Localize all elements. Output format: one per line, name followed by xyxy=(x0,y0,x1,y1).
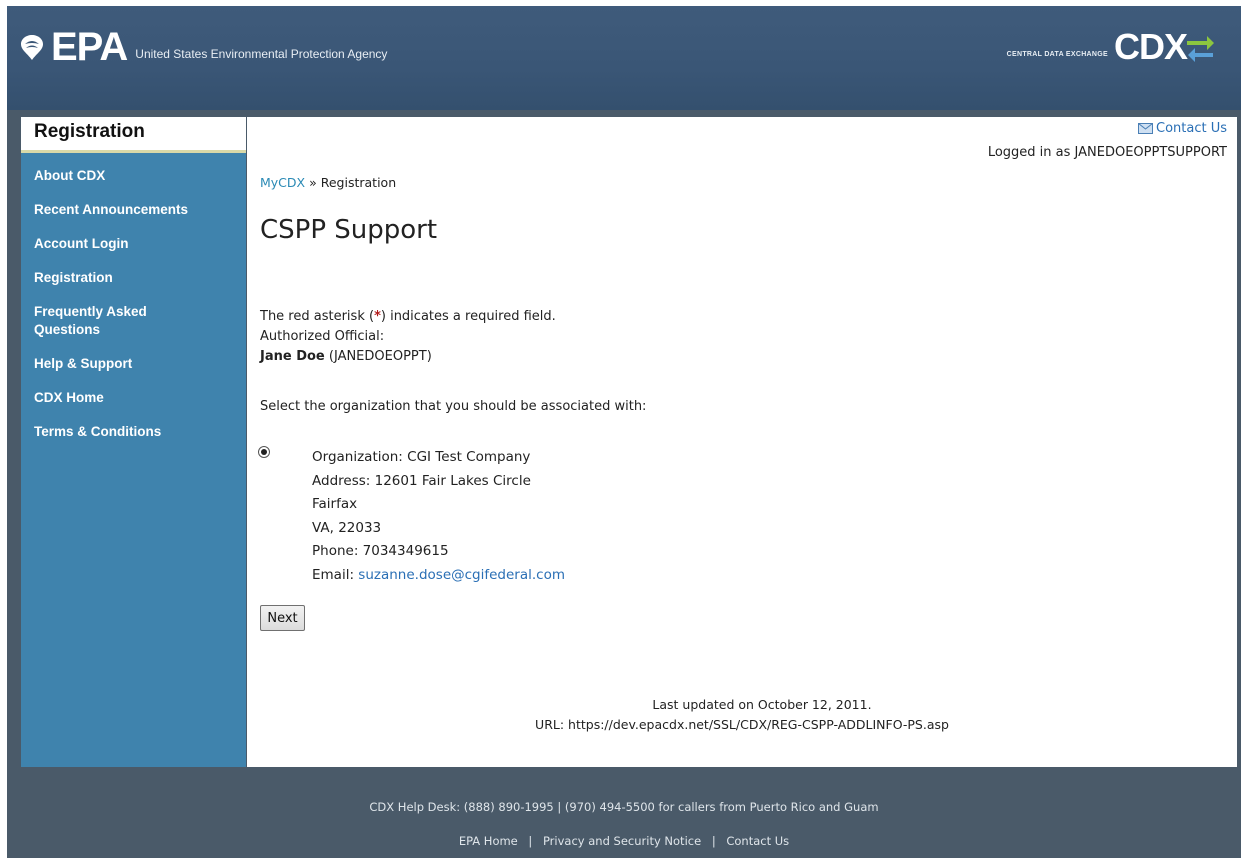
contact-us-label: Contact Us xyxy=(1156,121,1227,136)
org-state-zip: VA, 22033 xyxy=(312,519,382,536)
epa-wordmark: EPA xyxy=(51,24,128,69)
site-footer: CDX Help Desk: (888) 890-1995 | (970) 49… xyxy=(7,768,1241,858)
footer-separator: | xyxy=(528,834,533,848)
org-email-label: Email: xyxy=(312,566,359,583)
authorized-official: Jane Doe (JANEDOEOPPT) xyxy=(260,347,556,367)
required-note-post: ) indicates a required field. xyxy=(380,309,556,324)
sidebar-item-registration[interactable]: Registration xyxy=(21,269,246,287)
organization-details: Organization: CGI Test Company Address: … xyxy=(312,446,565,587)
sidebar-item-about-cdx[interactable]: About CDX xyxy=(21,167,246,185)
organization-radio[interactable] xyxy=(258,446,270,458)
sidebar-item-account-login[interactable]: Account Login xyxy=(21,235,246,253)
select-org-prompt: Select the organization that you should … xyxy=(260,399,647,414)
breadcrumb-current: Registration xyxy=(320,175,397,190)
page-update-info: Last updated on October 12, 2011. URL: h… xyxy=(247,695,1237,735)
epa-seal-icon xyxy=(21,35,43,60)
sidebar-item-faq[interactable]: Frequently Asked Questions xyxy=(21,303,184,339)
required-note: The red asterisk (*) indicates a require… xyxy=(260,307,556,327)
sidebar-title: Registration xyxy=(21,117,246,153)
official-name: Jane Doe xyxy=(260,349,325,364)
page-frame: EPA United States Environmental Protecti… xyxy=(7,6,1241,858)
required-note-pre: The red asterisk ( xyxy=(260,309,375,324)
breadcrumb-separator: » xyxy=(309,175,317,190)
next-button[interactable]: Next xyxy=(260,605,305,631)
contact-us-link[interactable]: Contact Us xyxy=(1138,121,1227,136)
helpdesk-info: CDX Help Desk: (888) 890-1995 | (970) 49… xyxy=(369,800,879,814)
official-id: (JANEDOEOPPT) xyxy=(328,349,432,364)
cdx-subtitle: CENTRAL DATA EXCHANGE xyxy=(1006,50,1108,58)
epa-logo[interactable]: EPA United States Environmental Protecti… xyxy=(17,24,387,70)
cdx-wordmark: CDX xyxy=(1113,26,1188,67)
form-intro: The red asterisk (*) indicates a require… xyxy=(260,307,556,367)
main-content: Contact Us Logged in as JANEDOEOPPTSUPPO… xyxy=(247,117,1237,767)
page-title: CSPP Support xyxy=(260,215,438,245)
breadcrumb: MyCDX » Registration xyxy=(260,175,396,190)
sidebar: Registration About CDX Recent Announceme… xyxy=(21,117,246,767)
page-url: URL: https://dev.epacdx.net/SSL/CDX/REG-… xyxy=(535,717,949,732)
sidebar-item-terms-conditions[interactable]: Terms & Conditions xyxy=(21,423,246,441)
cdx-arrows-icon xyxy=(1187,36,1214,62)
org-phone: Phone: 7034349615 xyxy=(312,543,449,559)
logged-in-status: Logged in as JANEDOEOPPTSUPPORT xyxy=(987,145,1227,160)
footer-link-epa-home[interactable]: EPA Home xyxy=(459,834,518,848)
cdx-logo[interactable]: CENTRAL DATA EXCHANGE CDX xyxy=(1007,26,1215,68)
footer-link-privacy[interactable]: Privacy and Security Notice xyxy=(543,834,701,848)
footer-links: EPA Home | Privacy and Security Notice |… xyxy=(7,834,1241,848)
breadcrumb-mycdx-link[interactable]: MyCDX xyxy=(260,175,305,190)
footer-separator: | xyxy=(711,834,716,848)
sidebar-nav: About CDX Recent Announcements Account L… xyxy=(21,153,246,441)
org-email-link[interactable]: suzanne.dose@cgifederal.com xyxy=(358,567,565,583)
sidebar-item-help-support[interactable]: Help & Support xyxy=(21,355,246,373)
footer-link-contact-us[interactable]: Contact Us xyxy=(726,834,789,848)
last-updated: Last updated on October 12, 2011. xyxy=(652,697,872,712)
org-address: Address: 12601 Fair Lakes Circle xyxy=(312,472,531,489)
sidebar-item-recent-announcements[interactable]: Recent Announcements xyxy=(21,201,246,219)
mail-icon xyxy=(1138,123,1153,134)
agency-name: United States Environmental Protection A… xyxy=(135,47,388,61)
authorized-official-label: Authorized Official: xyxy=(260,329,385,344)
sidebar-item-cdx-home[interactable]: CDX Home xyxy=(21,389,246,407)
site-header: EPA United States Environmental Protecti… xyxy=(7,6,1241,110)
org-email-line: Email: suzanne.dose@cgifederal.com xyxy=(312,564,565,588)
required-asterisk: * xyxy=(374,309,381,324)
org-city: Fairfax xyxy=(312,496,358,512)
org-name: Organization: CGI Test Company xyxy=(312,449,531,465)
